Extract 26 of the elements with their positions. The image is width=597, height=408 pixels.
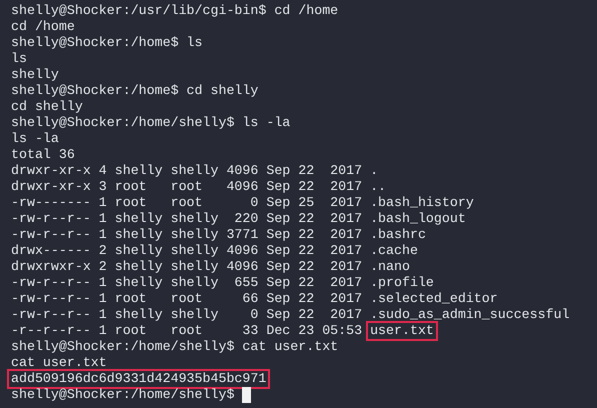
terminal-text: total 36 (11, 147, 75, 163)
terminal-text: shelly@Shocker:/home/shelly$ ls -la (11, 115, 290, 131)
terminal-text: -rw------- 1 root root 0 Sep 25 2017 .bash_history (11, 195, 474, 211)
terminal-text: cat user.txt (11, 355, 107, 371)
terminal-text: -rw-r--r-- 1 shelly shelly 3771 Sep 22 2017 .bashrc (11, 227, 426, 243)
terminal-text: drwxr-xr-x 3 root root 4096 Sep 22 2017 .. (11, 179, 386, 195)
terminal-text: shelly@Shocker:/home/shelly$ cat user.txt (11, 339, 338, 355)
terminal-text: shelly (11, 67, 59, 83)
terminal-text: shelly@Shocker:/home/shelly$ (11, 387, 236, 403)
terminal-text: -r--r--r-- 1 root root 33 Dec 23 05:53 (11, 323, 364, 339)
terminal-text: drwxrwxr-x 2 shelly shelly 4096 Sep 22 2017 .nano (11, 259, 410, 275)
highlighted-text: user.txt (366, 321, 438, 341)
terminal-text: shelly@Shocker:/usr/lib/cgi-bin$ cd /home (11, 3, 338, 19)
terminal-text: shelly@Shocker:/home$ ls (11, 35, 203, 51)
terminal-text: ls -la (11, 131, 59, 147)
terminal-text: -rw-r--r-- 1 shelly shelly 0 Sep 22 2017 .sudo_as_admin_successful (11, 307, 570, 323)
terminal-text: ls (11, 51, 27, 67)
terminal-text: shelly@Shocker:/home$ cd shelly (11, 83, 258, 99)
terminal-text: cd shelly (11, 99, 83, 115)
terminal-text: cd /home (11, 19, 75, 35)
terminal-text: drwxr-xr-x 4 shelly shelly 4096 Sep 22 2017 . (11, 163, 378, 179)
terminal-text: -rw-r--r-- 1 shelly shelly 655 Sep 22 2017 .profile (11, 275, 434, 291)
terminal-text: drwx------ 2 shelly shelly 4096 Sep 22 2017 .cache (11, 243, 418, 259)
highlighted-text: add509196dc6d9331d424935b45bc971 (7, 369, 270, 389)
terminal-text: -rw-r--r-- 1 shelly shelly 220 Sep 22 2017 .bash_logout (11, 211, 466, 227)
terminal-text: -rw-r--r-- 1 root root 66 Sep 22 2017 .selected_editor (11, 291, 498, 307)
